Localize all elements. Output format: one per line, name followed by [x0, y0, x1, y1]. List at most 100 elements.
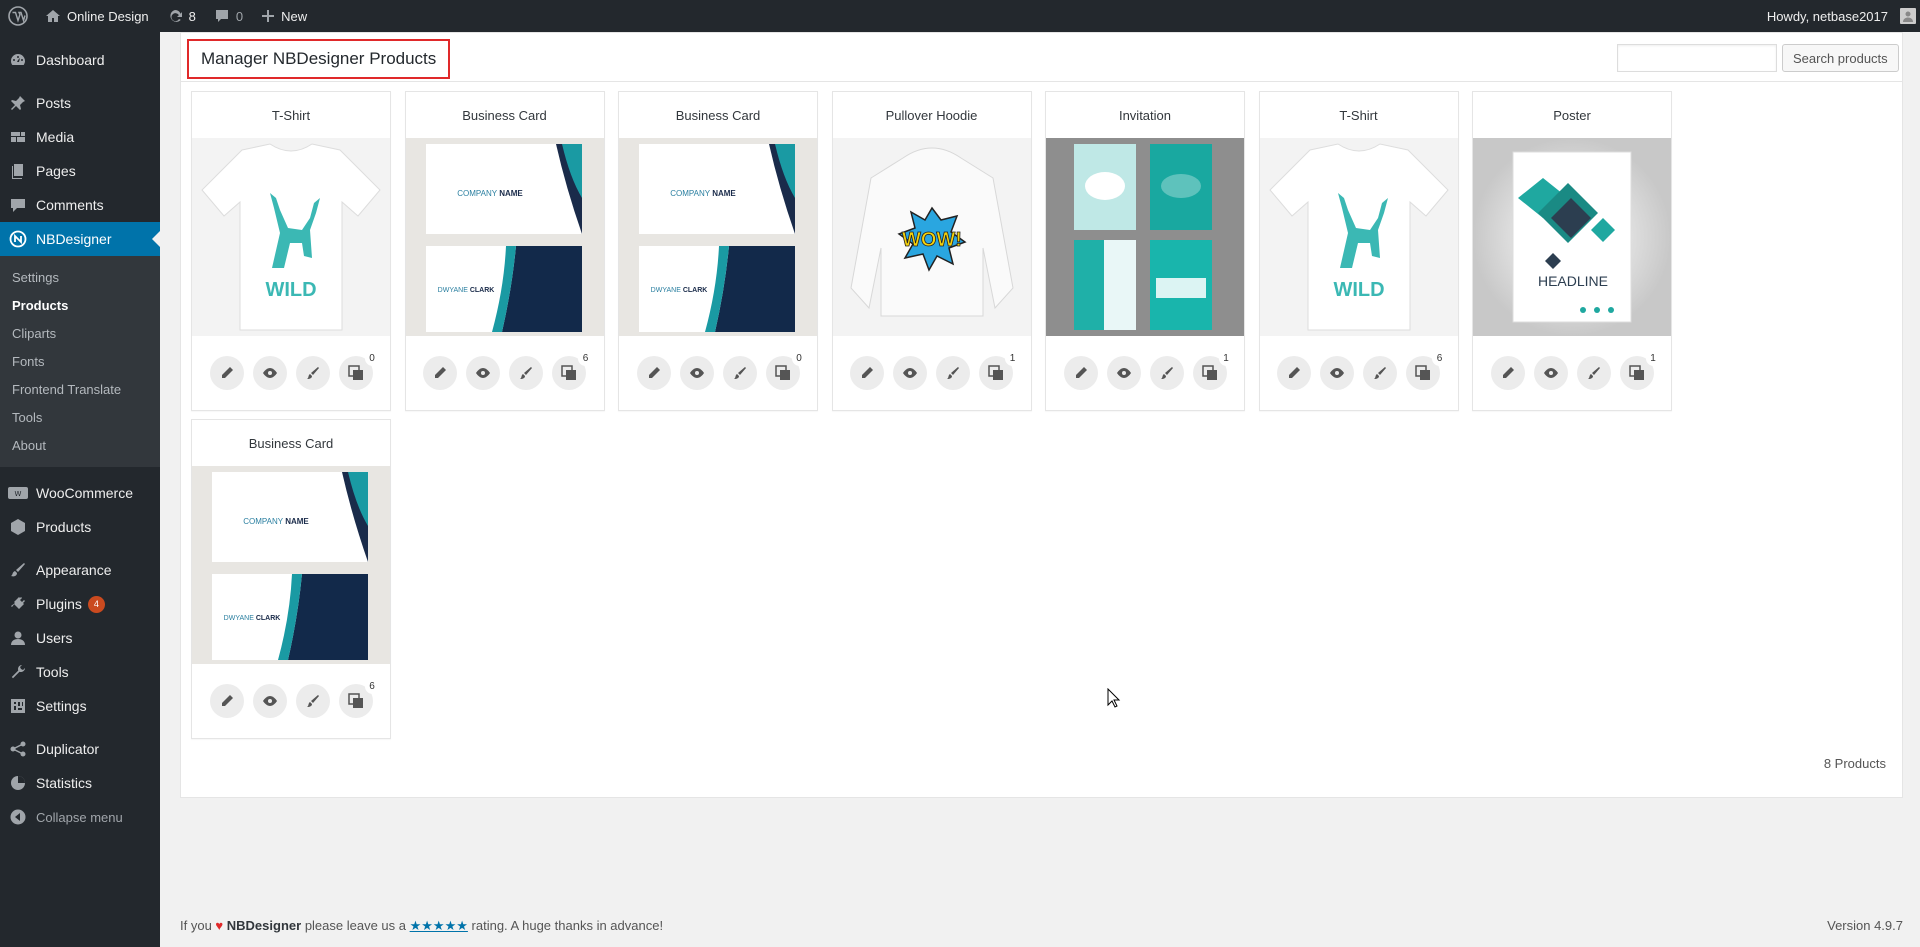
eye-button[interactable] — [893, 356, 927, 390]
edit-button[interactable] — [1063, 356, 1098, 390]
sidebar-item-label: Statistics — [36, 775, 93, 791]
site-name-link[interactable]: Online Design — [36, 0, 158, 32]
brush-button[interactable] — [1363, 356, 1397, 390]
brush-button[interactable] — [1149, 356, 1184, 390]
eye-icon — [1329, 367, 1345, 379]
sidebar-item-duplicator[interactable]: Duplicator — [0, 732, 160, 766]
brush-button[interactable] — [295, 684, 330, 718]
designs-button[interactable]: 6 — [1406, 351, 1447, 390]
brush-icon — [306, 694, 320, 708]
brush-button[interactable] — [1576, 356, 1611, 390]
sidebar-item-dashboard[interactable]: Dashboard — [0, 43, 160, 77]
edit-button[interactable] — [209, 356, 244, 390]
new-content-link[interactable]: New — [252, 0, 316, 32]
mouse-cursor-icon — [1107, 687, 1121, 711]
eye-button[interactable] — [252, 684, 287, 718]
new-label: New — [281, 8, 308, 24]
eye-button[interactable] — [252, 356, 287, 390]
designs-button[interactable]: 1 — [1192, 351, 1234, 390]
product-image[interactable]: WILD — [192, 138, 390, 336]
product-image[interactable]: COMPANY NAME DWYANE CLARK — [405, 138, 604, 336]
eye-icon — [262, 695, 278, 707]
svg-text:COMPANY NAME: COMPANY NAME — [243, 517, 309, 526]
designs-icon — [347, 365, 364, 381]
product-image[interactable] — [1046, 138, 1244, 336]
sidebar-item-users[interactable]: Users — [0, 621, 160, 655]
product-title: Poster — [1553, 107, 1591, 123]
sidebar-item-pages[interactable]: Pages — [0, 154, 160, 188]
search-products-button[interactable]: Search products — [1782, 44, 1899, 72]
sidebar-item-nbdesigner[interactable]: NBDesigner — [0, 222, 160, 256]
submenu-cliparts[interactable]: Cliparts — [0, 319, 160, 347]
svg-text:WILD: WILD — [265, 279, 316, 301]
sidebar-item-posts[interactable]: Posts — [0, 86, 160, 120]
edit-button[interactable] — [1277, 356, 1311, 390]
sidebar-item-statistics[interactable]: Statistics — [0, 766, 160, 800]
submenu-fonts[interactable]: Fonts — [0, 347, 160, 375]
submenu-about[interactable]: About — [0, 431, 160, 459]
updates-link[interactable]: 8 — [158, 0, 205, 32]
eye-button[interactable] — [1320, 356, 1354, 390]
wordpress-logo-icon[interactable] — [0, 0, 36, 32]
product-card: Business Card COMPANY NAME DWYANE CLARK 0 — [618, 91, 818, 411]
sidebar-item-comments[interactable]: Comments — [0, 188, 160, 222]
submenu-frontend-translate[interactable]: Frontend Translate — [0, 375, 160, 403]
submenu-settings[interactable]: Settings — [0, 263, 160, 291]
sidebar-item-label: WooCommerce — [36, 485, 133, 501]
dashboard-icon — [8, 50, 28, 70]
designs-button[interactable]: 6 — [338, 679, 380, 718]
collapse-menu-button[interactable]: Collapse menu — [0, 800, 160, 834]
product-image[interactable]: WILD — [1259, 138, 1458, 336]
edit-button[interactable] — [209, 684, 244, 718]
sidebar-item-label: Dashboard — [36, 52, 105, 68]
eye-button[interactable] — [1533, 356, 1568, 390]
brush-button[interactable] — [722, 356, 757, 390]
eye-button[interactable] — [466, 356, 500, 390]
designs-button[interactable]: 0 — [765, 351, 807, 390]
submenu-products[interactable]: Products — [0, 291, 160, 319]
sidebar-item-label: Plugins — [36, 596, 82, 612]
sidebar-item-products[interactable]: Products — [0, 510, 160, 544]
designs-button[interactable]: 6 — [552, 351, 593, 390]
rating-stars-link[interactable]: ★★★★★ — [410, 918, 468, 933]
search-input[interactable] — [1617, 44, 1777, 72]
brush-icon — [1160, 366, 1174, 380]
designs-button[interactable]: 0 — [338, 351, 380, 390]
brush-button[interactable] — [509, 356, 543, 390]
sidebar-item-media[interactable]: Media — [0, 120, 160, 154]
sidebar-item-settings[interactable]: Settings — [0, 689, 160, 723]
edit-icon — [1287, 366, 1301, 380]
sidebar-item-woocommerce[interactable]: W WooCommerce — [0, 476, 160, 510]
products-count: 8 Products — [1823, 756, 1886, 771]
sidebar-item-tools[interactable]: Tools — [0, 655, 160, 689]
designs-button[interactable]: 1 — [979, 351, 1020, 390]
admin-sidebar: Dashboard Posts Media Pages Comments NBD… — [0, 32, 160, 947]
eye-button[interactable] — [1106, 356, 1141, 390]
brush-button[interactable] — [936, 356, 970, 390]
product-image[interactable]: WOW! — [832, 138, 1031, 336]
eye-icon — [1116, 367, 1132, 379]
sidebar-item-plugins[interactable]: Plugins 4 — [0, 587, 160, 621]
submenu-tools[interactable]: Tools — [0, 403, 160, 431]
sidebar-item-appearance[interactable]: Appearance — [0, 553, 160, 587]
brush-button[interactable] — [295, 356, 330, 390]
comment-icon — [8, 195, 28, 215]
comments-link[interactable]: 0 — [205, 0, 252, 32]
my-account-link[interactable]: Howdy, netbase2017 — [1758, 0, 1920, 32]
product-actions: 6 — [1260, 336, 1458, 410]
svg-text:WILD: WILD — [1333, 279, 1384, 301]
product-card: Poster HEADLINE 1 — [1472, 91, 1672, 411]
edit-button[interactable] — [423, 356, 457, 390]
edit-button[interactable] — [636, 356, 671, 390]
designs-button[interactable]: 1 — [1619, 351, 1661, 390]
eye-button[interactable] — [679, 356, 714, 390]
pages-icon — [8, 161, 28, 181]
product-image[interactable]: COMPANY NAME DWYANE CLARK — [192, 466, 390, 664]
edit-icon — [647, 366, 661, 380]
product-image[interactable]: COMPANY NAME DWYANE CLARK — [619, 138, 817, 336]
main-panel: Manager NBDesigner Products Search produ… — [180, 32, 1903, 798]
edit-button[interactable] — [850, 356, 884, 390]
edit-button[interactable] — [1490, 356, 1525, 390]
footer-brand: NBDesigner — [226, 918, 302, 933]
product-image[interactable]: HEADLINE — [1473, 138, 1671, 336]
